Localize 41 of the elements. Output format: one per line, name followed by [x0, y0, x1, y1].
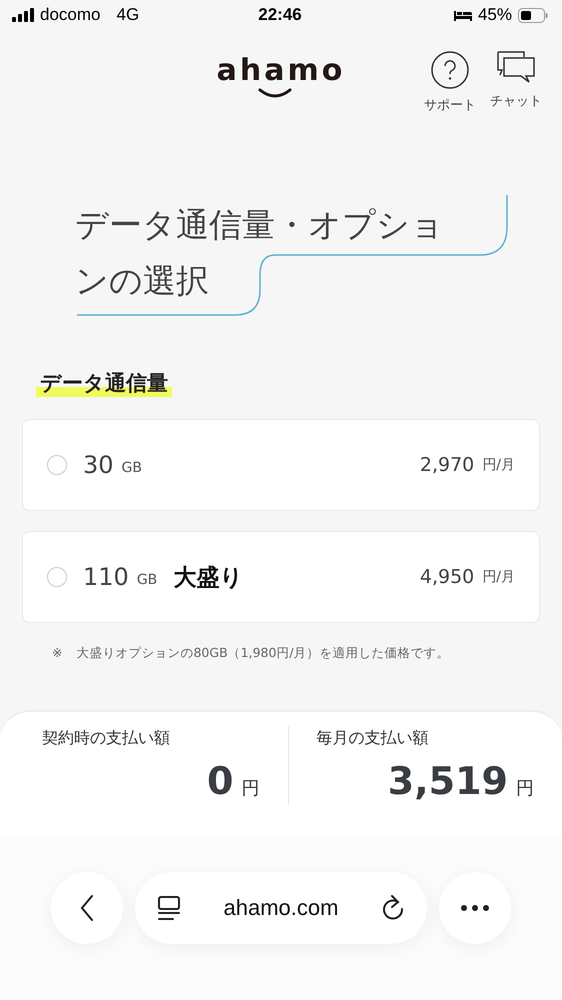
battery-percent: 45% [478, 5, 512, 25]
data-amount: 110 [83, 563, 129, 591]
currency-unit: 円 [242, 777, 260, 800]
url-text: ahamo.com [224, 894, 338, 920]
ahamo-logo[interactable]: ahamo [216, 56, 346, 86]
plan-price: 4,950 [420, 566, 474, 588]
more-icon [460, 904, 490, 912]
battery-icon [518, 8, 548, 22]
payment-amount: 0 [207, 759, 234, 803]
signal-icon [12, 8, 34, 22]
note-mark: ※ [52, 645, 62, 662]
smile-icon [258, 88, 292, 98]
note-text: 大盛りオプションの80GB（1,980円/月）を適用した価格です。 [76, 645, 450, 662]
data-unit: GB [122, 460, 142, 476]
back-icon [80, 894, 94, 922]
currency-unit: 円 [516, 777, 534, 800]
price-unit: 円/月 [482, 456, 515, 474]
payment-amount: 3,519 [388, 759, 508, 803]
bed-icon [454, 9, 472, 21]
help-icon [430, 50, 470, 90]
chat-button[interactable]: チャット [490, 50, 542, 114]
payment-label: 毎月の支払い額 [316, 728, 430, 749]
reload-icon[interactable] [380, 894, 405, 920]
network-type: 4G [116, 5, 140, 25]
plan-price: 2,970 [420, 454, 474, 476]
plan-label: 大盛り [173, 564, 244, 592]
clock-time: 22:46 [258, 5, 302, 25]
page-title-line: ンの選択 [75, 260, 209, 302]
data-amount: 30 [83, 451, 114, 479]
payment-label: 契約時の支払い額 [42, 728, 171, 749]
support-button[interactable]: サポート [424, 50, 476, 114]
page-title-line: データ通信量・オプショ [75, 204, 444, 246]
address-bar[interactable]: ahamo.com [135, 872, 427, 944]
radio-button[interactable] [47, 455, 67, 475]
data-unit: GB [136, 572, 158, 588]
plan-option[interactable]: 110 GB 大盛り 4,950 円/月 [22, 531, 540, 623]
plan-option[interactable]: 30 GB 2,970 円/月 [22, 419, 540, 511]
radio-button[interactable] [47, 567, 67, 587]
page-menu-icon [157, 894, 181, 920]
price-unit: 円/月 [482, 568, 515, 586]
carrier-name: docomo [40, 5, 100, 25]
